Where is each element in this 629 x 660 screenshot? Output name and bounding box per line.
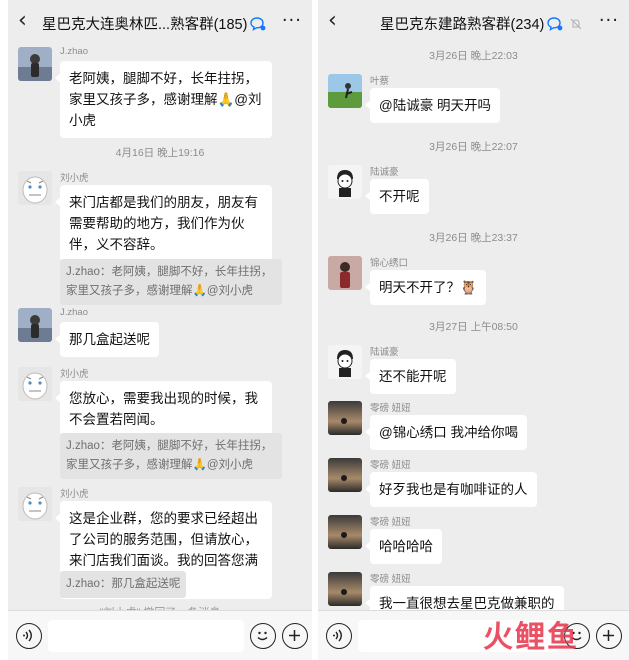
sender-name: 零磅 妞妞 xyxy=(370,403,411,414)
avatar[interactable] xyxy=(18,487,52,521)
group-chat-icon xyxy=(250,16,266,31)
back-icon[interactable]: ‹ xyxy=(328,8,337,33)
sender-name: 刘小虎 xyxy=(60,369,89,380)
input-bar: 火鲤鱼 xyxy=(318,610,629,660)
sender-name: 刘小虎 xyxy=(60,173,89,184)
plus-icon[interactable] xyxy=(596,623,622,649)
sender-name: 零磅 妞妞 xyxy=(370,574,411,585)
avatar[interactable] xyxy=(328,572,362,606)
avatar[interactable] xyxy=(328,345,362,379)
sender-name: 叶蔡 xyxy=(370,76,390,87)
chat-title: 星巴克东建路熟客群(234) xyxy=(380,13,589,34)
avatar[interactable] xyxy=(18,47,52,81)
message-bubble[interactable]: 还不能开呢 xyxy=(365,359,456,394)
timestamp: 4月16日 晚上19:16 xyxy=(115,147,205,159)
message-bubble[interactable]: 不开呢 xyxy=(365,179,429,214)
watermark-logo: 火鲤鱼 xyxy=(483,621,579,654)
input-bar xyxy=(8,610,312,660)
avatar[interactable] xyxy=(328,74,362,108)
timestamp: 3月26日 晚上22:03 xyxy=(429,50,518,62)
left-chat-window: ‹ 星巴克大连奥林匹...熟客群(185) ··· J.zhao 老阿姨，腿脚不… xyxy=(8,0,312,660)
message-list: 3月26日 晚上22:03 叶蔡 @陆诚豪 明天开吗 3月26日 晚上22:07… xyxy=(318,44,629,621)
avatar[interactable] xyxy=(18,171,52,205)
more-icon[interactable]: ··· xyxy=(599,10,619,31)
avatar[interactable] xyxy=(328,401,362,435)
message-bubble[interactable]: 明天不开了？🦉 xyxy=(365,270,486,305)
right-chat-window: ‹ 星巴克东建路熟客群(234) ··· 3月26日 晚上22:03 叶蔡 @陆… xyxy=(318,0,629,660)
sender-name: 零磅 妞妞 xyxy=(370,517,411,528)
message-bubble[interactable]: 老阿姨，腿脚不好，长年拄拐，家里又孩子多，感谢理解🙏@刘小虎 xyxy=(55,61,272,138)
quoted-message[interactable]: J.zhao：老阿姨，腿脚不好，长年拄拐，家里又孩子多，感谢理解🙏@刘小虎 xyxy=(60,259,282,305)
message-bubble[interactable]: 您放心，需要我出现的时候，我不会置若罔闻。 xyxy=(55,381,272,437)
mute-bell-icon xyxy=(571,18,582,29)
message-list: J.zhao 老阿姨，腿脚不好，长年拄拐，家里又孩子多，感谢理解🙏@刘小虎 4月… xyxy=(8,44,312,619)
message-bubble[interactable]: @陆诚豪 明天开吗 xyxy=(365,88,500,123)
sender-name: J.zhao xyxy=(60,46,88,57)
avatar[interactable] xyxy=(18,308,52,342)
avatar[interactable] xyxy=(328,256,362,290)
avatar[interactable] xyxy=(328,515,362,549)
sender-name: 零磅 妞妞 xyxy=(370,460,411,471)
emoji-icon[interactable] xyxy=(250,623,276,649)
more-icon[interactable]: ··· xyxy=(282,10,302,31)
chat-title: 星巴克大连奥林匹...熟客群(185) xyxy=(42,13,272,34)
group-chat-icon xyxy=(547,16,563,31)
avatar[interactable] xyxy=(328,458,362,492)
avatar[interactable] xyxy=(328,165,362,199)
timestamp: 3月27日 上午08:50 xyxy=(429,321,518,333)
message-input[interactable] xyxy=(48,620,244,652)
sender-name: 锦心绣口 xyxy=(370,258,409,269)
avatar[interactable] xyxy=(18,367,52,401)
timestamp: 3月26日 晚上22:07 xyxy=(429,141,518,153)
sender-name: 陆诚豪 xyxy=(370,167,399,178)
sender-name: 陆诚豪 xyxy=(370,347,399,358)
message-bubble[interactable]: @锦心绣口 我冲给你喝 xyxy=(365,415,527,450)
chat-header: ‹ 星巴克东建路熟客群(234) ··· xyxy=(318,0,629,44)
quoted-message[interactable]: J.zhao：那几盒起送呢 xyxy=(60,571,187,598)
message-bubble[interactable]: 那几盒起送呢 xyxy=(55,322,159,357)
sender-name: J.zhao xyxy=(60,307,88,318)
sender-name: 刘小虎 xyxy=(60,489,89,500)
plus-icon[interactable] xyxy=(282,623,308,649)
back-icon[interactable]: ‹ xyxy=(18,8,27,33)
voice-icon[interactable] xyxy=(326,623,352,649)
message-bubble[interactable]: 来门店都是我们的朋友，朋友有需要帮助的地方，我们作为伙伴，义不容辞。 xyxy=(55,185,272,262)
message-bubble[interactable]: 好歹我也是有咖啡证的人 xyxy=(365,472,537,507)
voice-icon[interactable] xyxy=(16,623,42,649)
timestamp: 3月26日 晚上23:37 xyxy=(429,232,518,244)
message-bubble[interactable]: 哈哈哈哈 xyxy=(365,529,442,564)
quoted-message[interactable]: J.zhao：老阿姨，腿脚不好，长年拄拐，家里又孩子多，感谢理解🙏@刘小虎 xyxy=(60,433,282,479)
chat-header: ‹ 星巴克大连奥林匹...熟客群(185) ··· xyxy=(8,0,312,44)
